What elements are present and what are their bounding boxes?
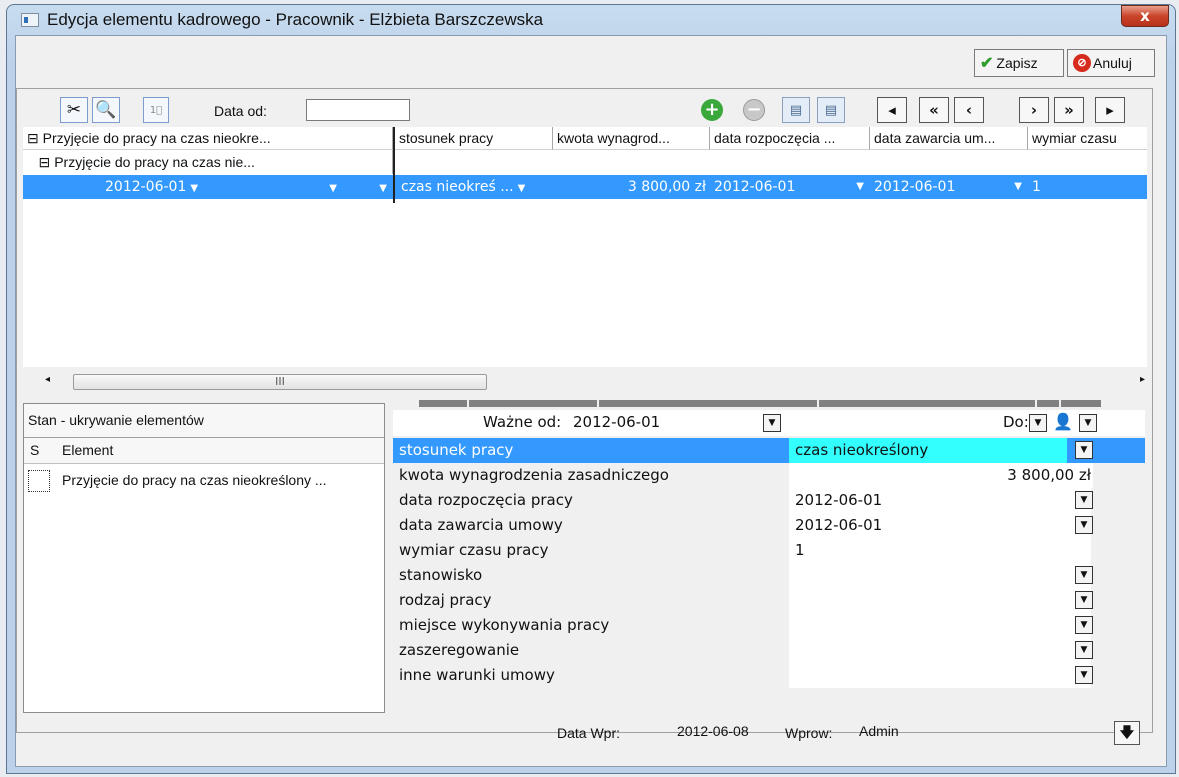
kwota-cell[interactable]: 3 800,00 zł (553, 175, 710, 199)
scroll-left-icon[interactable]: ◂ (45, 374, 50, 385)
property-row[interactable]: rodzaj pracy ▼ (393, 588, 1145, 613)
property-row[interactable]: stanowisko ▼ (393, 563, 1145, 588)
dropdown-arrow-icon[interactable]: ▼ (1075, 616, 1093, 634)
valid-from-value[interactable]: 2012-06-01 (573, 413, 660, 431)
dropdown-arrow-icon: ▼ (517, 183, 526, 194)
property-row[interactable]: kwota wynagrodzenia zasadniczego 3 800,0… (393, 463, 1145, 488)
date-cell[interactable]: 2012-06-01 ▼ (23, 175, 217, 199)
list-item[interactable]: Przyjęcie do pracy na czas nieokreślony … (24, 468, 384, 494)
dropdown-arrow-icon: ▼ (1014, 181, 1022, 192)
column-header[interactable]: stosunek pracy (393, 127, 553, 150)
checkmark-icon: ✔ (980, 55, 994, 72)
state-panel: Stan - ukrywanie elementów S Element Prz… (23, 403, 385, 713)
dropdown-arrow-icon[interactable]: ▼ (1075, 491, 1093, 509)
entry-date-value: 2012-06-08 (677, 723, 749, 739)
dropdown-arrow-icon: ▼ (329, 183, 337, 194)
state-panel-title: Stan - ukrywanie elementów (24, 404, 384, 438)
window-title: Edycja elementu kadrowego - Pracownik - … (47, 10, 544, 29)
add-icon[interactable]: + (701, 99, 723, 121)
property-row[interactable]: inne warunki umowy ▼ (393, 663, 1145, 688)
state-panel-header: S Element (24, 438, 384, 464)
selected-grid-row[interactable]: 2012-06-01 ▼ ▼ ▼ czas nieokreś ... ▼ 3 800… (23, 175, 1147, 199)
nav-back-icon[interactable]: ‹ (954, 97, 984, 123)
date-from-label: Data od: (214, 103, 267, 119)
column-header[interactable]: wymiar czasu (1028, 127, 1147, 150)
add-record-icon[interactable]: ▤ (782, 97, 810, 123)
column-header[interactable]: kwota wynagrod... (553, 127, 710, 150)
grid-header: ⊟ Przyjęcie do pracy na czas nieokre... … (23, 127, 1147, 150)
delete-record-icon[interactable]: ▤ (817, 97, 845, 123)
hours-cell[interactable]: 1 (1028, 175, 1147, 199)
nav-next-icon[interactable]: › (1019, 97, 1049, 123)
nav-first-icon[interactable]: ◂ (877, 97, 907, 123)
element-grid[interactable]: ⊟ Przyjęcie do pracy na czas nieokre... … (23, 127, 1147, 367)
property-row[interactable]: data rozpoczęcia pracy 2012-06-01 ▼ (393, 488, 1145, 513)
dropdown-arrow-icon[interactable]: ▼ (763, 414, 781, 432)
horizontal-scrollbar[interactable]: ◂ III ▸ (23, 373, 1147, 391)
close-button[interactable]: x (1121, 5, 1169, 27)
editor-group: ✂ 🔍 1⃣ Data od: + − ▤ ▤ ◂ « ‹ › » ▸ ⊟ Pr… (16, 88, 1153, 745)
app-icon (21, 13, 39, 27)
property-row[interactable]: wymiar czasu pracy 1 (393, 538, 1145, 563)
dropdown-arrow-icon[interactable]: ▼ (1079, 414, 1097, 432)
dropdown-arrow-icon[interactable]: ▼ (1075, 666, 1093, 684)
property-tabs (419, 400, 1145, 407)
checkbox[interactable] (28, 470, 50, 492)
stop-icon: ⊘ (1073, 54, 1091, 72)
stosunek-cell[interactable]: czas nieokreś ... ▼ (393, 175, 553, 199)
scrollbar-thumb[interactable]: III (73, 374, 487, 390)
dropdown-cell[interactable]: ▼ (217, 175, 343, 199)
dropdown-arrow-icon[interactable]: ▼ (1029, 414, 1047, 432)
dropdown-arrow-icon: ▼ (379, 183, 387, 194)
dropdown-arrow-icon: ▼ (856, 181, 864, 192)
user-icon[interactable]: 👤 (1053, 412, 1073, 431)
column-header[interactable]: data zawarcia um... (870, 127, 1028, 150)
dropdown-arrow-icon: ▼ (190, 183, 199, 194)
nav-fast-back-icon[interactable]: « (919, 97, 949, 123)
date-from-input[interactable] (306, 99, 410, 121)
property-row[interactable]: zaszeregowanie ▼ (393, 638, 1145, 663)
dropdown-arrow-icon[interactable]: ▼ (1075, 516, 1093, 534)
start-date-cell[interactable]: 2012-06-01 ▼ (710, 175, 870, 199)
tree-node[interactable]: ⊟ Przyjęcie do pracy na czas nie... (23, 150, 393, 174)
frozen-column-divider (393, 127, 395, 203)
dropdown-cell[interactable]: ▼ (343, 175, 393, 199)
search-icon[interactable]: 🔍 (92, 97, 120, 123)
cancel-button[interactable]: ⊘ Anuluj (1067, 49, 1155, 77)
property-row[interactable]: miejsce wykonywania pracy ▼ (393, 613, 1145, 638)
dropdown-arrow-icon[interactable]: ▼ (1075, 591, 1093, 609)
dropdown-arrow-icon[interactable]: ▼ (1075, 641, 1093, 659)
nav-last-icon[interactable]: ▸ (1095, 97, 1125, 123)
validity-row: Ważne od: 2012-06-01 ▼ Do: ▼ 👤 ▼ (393, 410, 1145, 436)
properties-panel: Ważne od: 2012-06-01 ▼ Do: ▼ 👤 ▼ stosune… (393, 400, 1145, 692)
tools-icon[interactable]: ✂ (60, 97, 88, 123)
column-header[interactable]: data rozpoczęcia ... (710, 127, 870, 150)
entry-date-label: Data Wpr: (557, 725, 621, 741)
contract-date-cell[interactable]: 2012-06-01 ▼ (870, 175, 1028, 199)
property-row[interactable]: data zawarcia umowy 2012-06-01 ▼ (393, 513, 1145, 538)
save-button[interactable]: ✔ Zapisz (974, 49, 1064, 77)
tree-column-header[interactable]: ⊟ Przyjęcie do pracy na czas nieokre... (23, 127, 393, 150)
arrow-down-icon[interactable]: 🡇 (1114, 721, 1140, 745)
dropdown-arrow-icon[interactable]: ▼ (1075, 566, 1093, 584)
entered-by-label: Wprow: (785, 725, 833, 741)
dropdown-arrow-icon[interactable]: ▼ (1075, 441, 1093, 459)
calculator-icon[interactable]: 1⃣ (143, 97, 169, 123)
title-bar: Edycja elementu kadrowego - Pracownik - … (7, 5, 1175, 35)
scroll-right-icon[interactable]: ▸ (1140, 374, 1145, 385)
entered-by-value: Admin (859, 723, 899, 739)
nav-fast-forward-icon[interactable]: » (1054, 97, 1084, 123)
remove-icon[interactable]: − (743, 99, 765, 121)
property-row[interactable]: stosunek pracy czas nieokreślony ▼ (393, 438, 1145, 463)
